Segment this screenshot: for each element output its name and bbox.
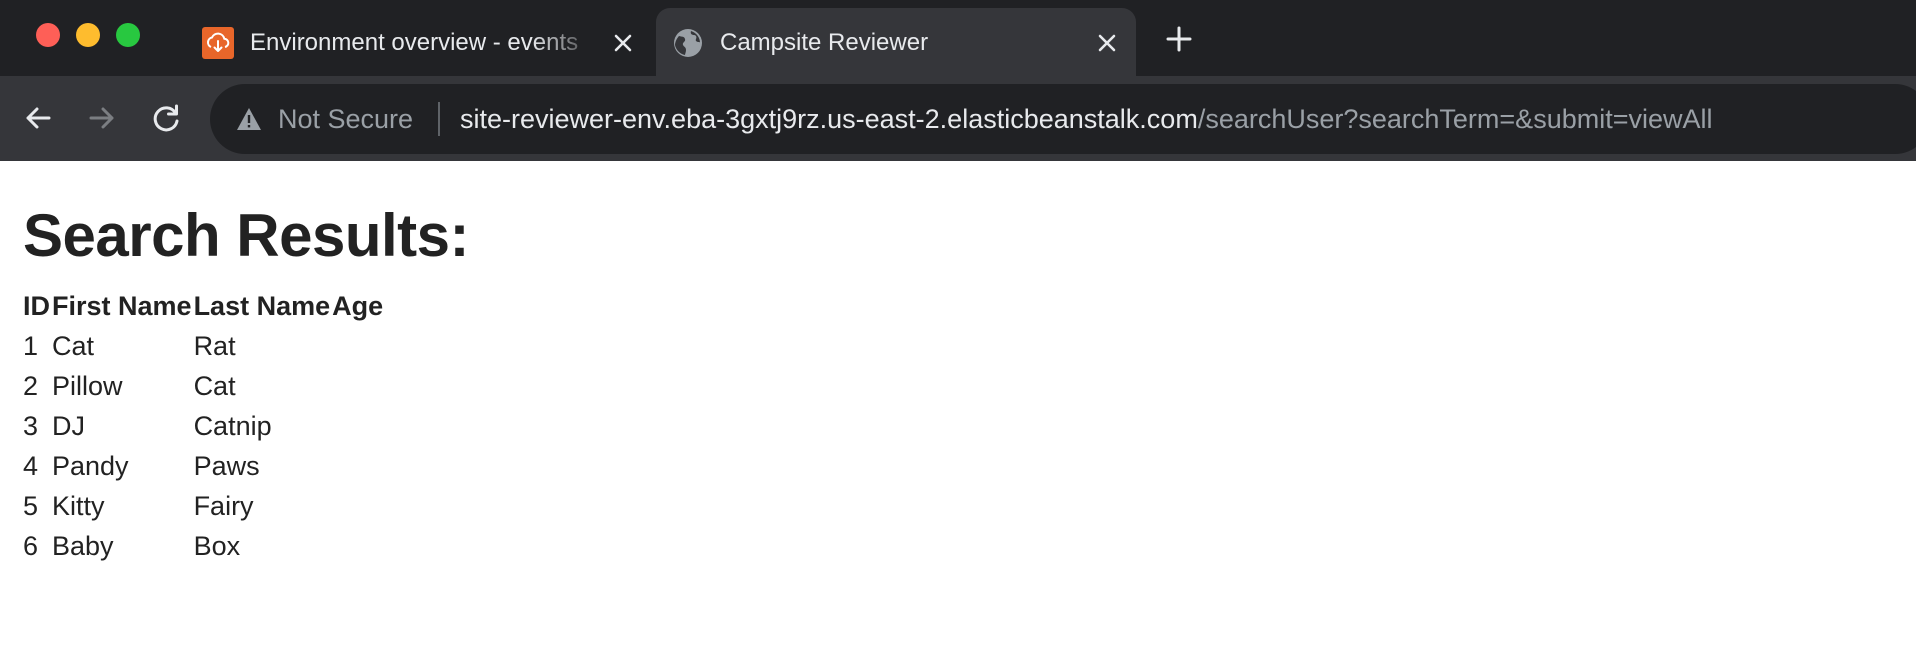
forward-arrow-icon[interactable] xyxy=(82,98,122,138)
window-zoom-button[interactable] xyxy=(116,23,140,47)
cell-last-name: Cat xyxy=(193,371,236,401)
cell-last-name: Rat xyxy=(193,331,236,361)
cell-last-name: Box xyxy=(193,531,241,561)
cell-first-name: DJ xyxy=(52,411,85,441)
warning-triangle-icon[interactable] xyxy=(236,107,262,131)
cell-last-name: Fairy xyxy=(193,491,254,521)
column-header-id: ID xyxy=(23,291,50,321)
page-content: Search Results: ID First Name Last Name … xyxy=(0,161,1916,668)
cell-first-name: Pandy xyxy=(52,451,129,481)
cell-age xyxy=(331,406,384,446)
browser-toolbar: Not Secure site-reviewer-env.eba-3gxtj9r… xyxy=(0,76,1916,161)
cell-age xyxy=(331,486,384,526)
cell-age xyxy=(331,526,384,566)
table-row: 5 Kitty Fairy xyxy=(22,486,384,526)
cell-id: 4 xyxy=(23,451,39,481)
column-header-first-name: First Name xyxy=(52,291,192,321)
close-tab-icon[interactable] xyxy=(1094,30,1120,56)
results-table: ID First Name Last Name Age 1 Cat Rat 2 … xyxy=(22,286,384,566)
cell-age xyxy=(331,366,384,406)
tab-strip: Environment overview - events Campsite R… xyxy=(0,0,1916,76)
url-text[interactable]: site-reviewer-env.eba-3gxtj9rz.us-east-2… xyxy=(460,104,1713,134)
cell-id: 6 xyxy=(23,531,39,561)
window-close-button[interactable] xyxy=(36,23,60,47)
cell-first-name: Pillow xyxy=(52,371,123,401)
table-header-row: ID First Name Last Name Age xyxy=(22,286,384,326)
url-host: site-reviewer-env.eba-3gxtj9rz.us-east-2… xyxy=(460,104,1198,134)
table-row: 1 Cat Rat xyxy=(22,326,384,366)
address-bar[interactable]: Not Secure site-reviewer-env.eba-3gxtj9r… xyxy=(210,84,1916,154)
cell-first-name: Cat xyxy=(52,331,95,361)
globe-icon xyxy=(674,29,702,57)
new-tab-plus-icon[interactable] xyxy=(1164,24,1194,54)
column-header-age: Age xyxy=(332,291,384,321)
cell-first-name: Baby xyxy=(52,531,114,561)
table-row: 3 DJ Catnip xyxy=(22,406,384,446)
tab-title: Campsite Reviewer xyxy=(720,29,929,56)
back-arrow-icon[interactable] xyxy=(18,98,58,138)
tab-environment-overview[interactable]: Environment overview - events xyxy=(186,8,652,76)
cell-id: 1 xyxy=(23,331,39,361)
not-secure-label[interactable]: Not Secure xyxy=(278,104,413,134)
table-row: 6 Baby Box xyxy=(22,526,384,566)
browser-chrome: Environment overview - events Campsite R… xyxy=(0,0,1916,161)
cell-age xyxy=(331,446,384,486)
cell-id: 2 xyxy=(23,371,39,401)
page-title: Search Results: xyxy=(23,202,470,269)
url-path: /searchUser?searchTerm=&submit=viewAll xyxy=(1197,104,1713,134)
window-minimize-button[interactable] xyxy=(76,23,100,47)
cell-id: 3 xyxy=(23,411,39,441)
address-separator xyxy=(438,102,440,136)
cell-id: 5 xyxy=(23,491,39,521)
cell-last-name: Paws xyxy=(193,451,260,481)
cell-age xyxy=(331,326,384,366)
reload-icon[interactable] xyxy=(146,98,186,138)
close-tab-icon[interactable] xyxy=(610,30,636,56)
aws-elastic-beanstalk-icon xyxy=(202,27,234,59)
tab-title: Environment overview - events xyxy=(250,29,579,56)
cell-last-name: Catnip xyxy=(193,411,272,441)
table-row: 2 Pillow Cat xyxy=(22,366,384,406)
cell-first-name: Kitty xyxy=(52,491,105,521)
tab-campsite-reviewer[interactable]: Campsite Reviewer xyxy=(656,8,1136,76)
table-row: 4 Pandy Paws xyxy=(22,446,384,486)
column-header-last-name: Last Name xyxy=(193,291,331,321)
